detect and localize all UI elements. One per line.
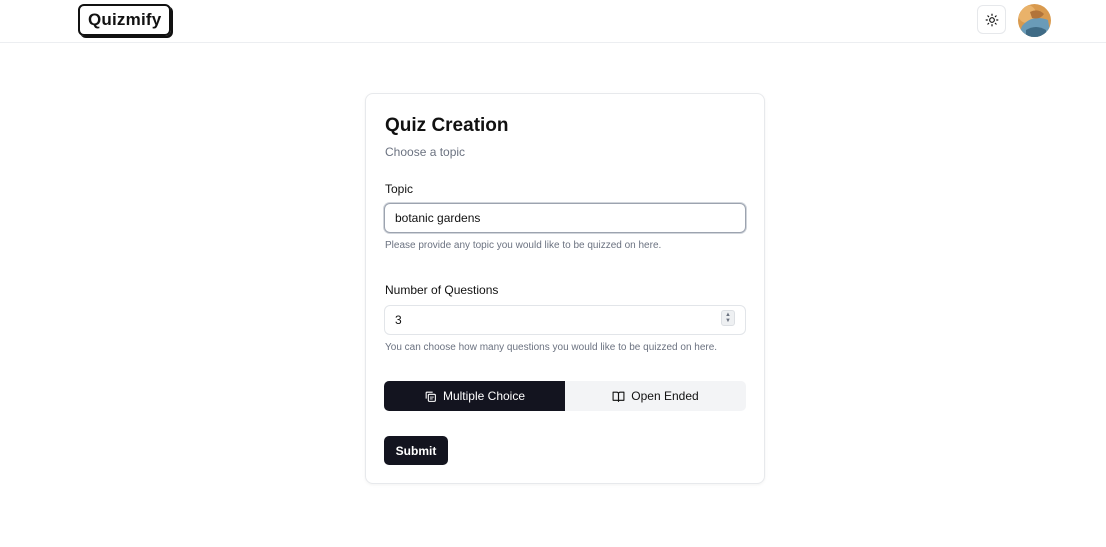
theme-toggle-button[interactable] — [977, 5, 1006, 34]
user-avatar[interactable] — [1018, 4, 1051, 37]
quiz-creation-card: Quiz Creation Choose a topic Topic Pleas… — [365, 93, 765, 484]
topic-hint: Please provide any topic you would like … — [385, 240, 662, 251]
stepper-down-icon[interactable]: ▼ — [725, 318, 731, 324]
book-open-icon — [612, 391, 625, 402]
questions-hint: You can choose how many questions you wo… — [385, 342, 718, 353]
questions-label: Number of Questions — [385, 283, 499, 297]
quantity-stepper[interactable]: ▲ ▼ — [721, 310, 735, 326]
questions-input[interactable] — [384, 305, 746, 335]
copy-icon — [425, 391, 436, 402]
submit-button[interactable]: Submit — [384, 436, 448, 465]
multiple-choice-label: Multiple Choice — [442, 389, 526, 403]
multiple-choice-button[interactable]: Multiple Choice — [384, 381, 565, 411]
navbar: Quizmify — [0, 0, 1106, 43]
topic-label: Topic — [385, 182, 414, 196]
card-title: Quiz Creation — [385, 115, 509, 136]
card-description: Choose a topic — [385, 145, 466, 159]
open-ended-label: Open Ended — [631, 389, 699, 403]
open-ended-button[interactable]: Open Ended — [565, 381, 746, 411]
avatar-image — [1018, 4, 1051, 37]
topic-input[interactable] — [384, 203, 746, 233]
quiz-type-toggle: Multiple Choice Open Ended — [384, 381, 746, 411]
logo[interactable]: Quizmify — [78, 4, 172, 36]
sun-icon — [985, 13, 998, 26]
